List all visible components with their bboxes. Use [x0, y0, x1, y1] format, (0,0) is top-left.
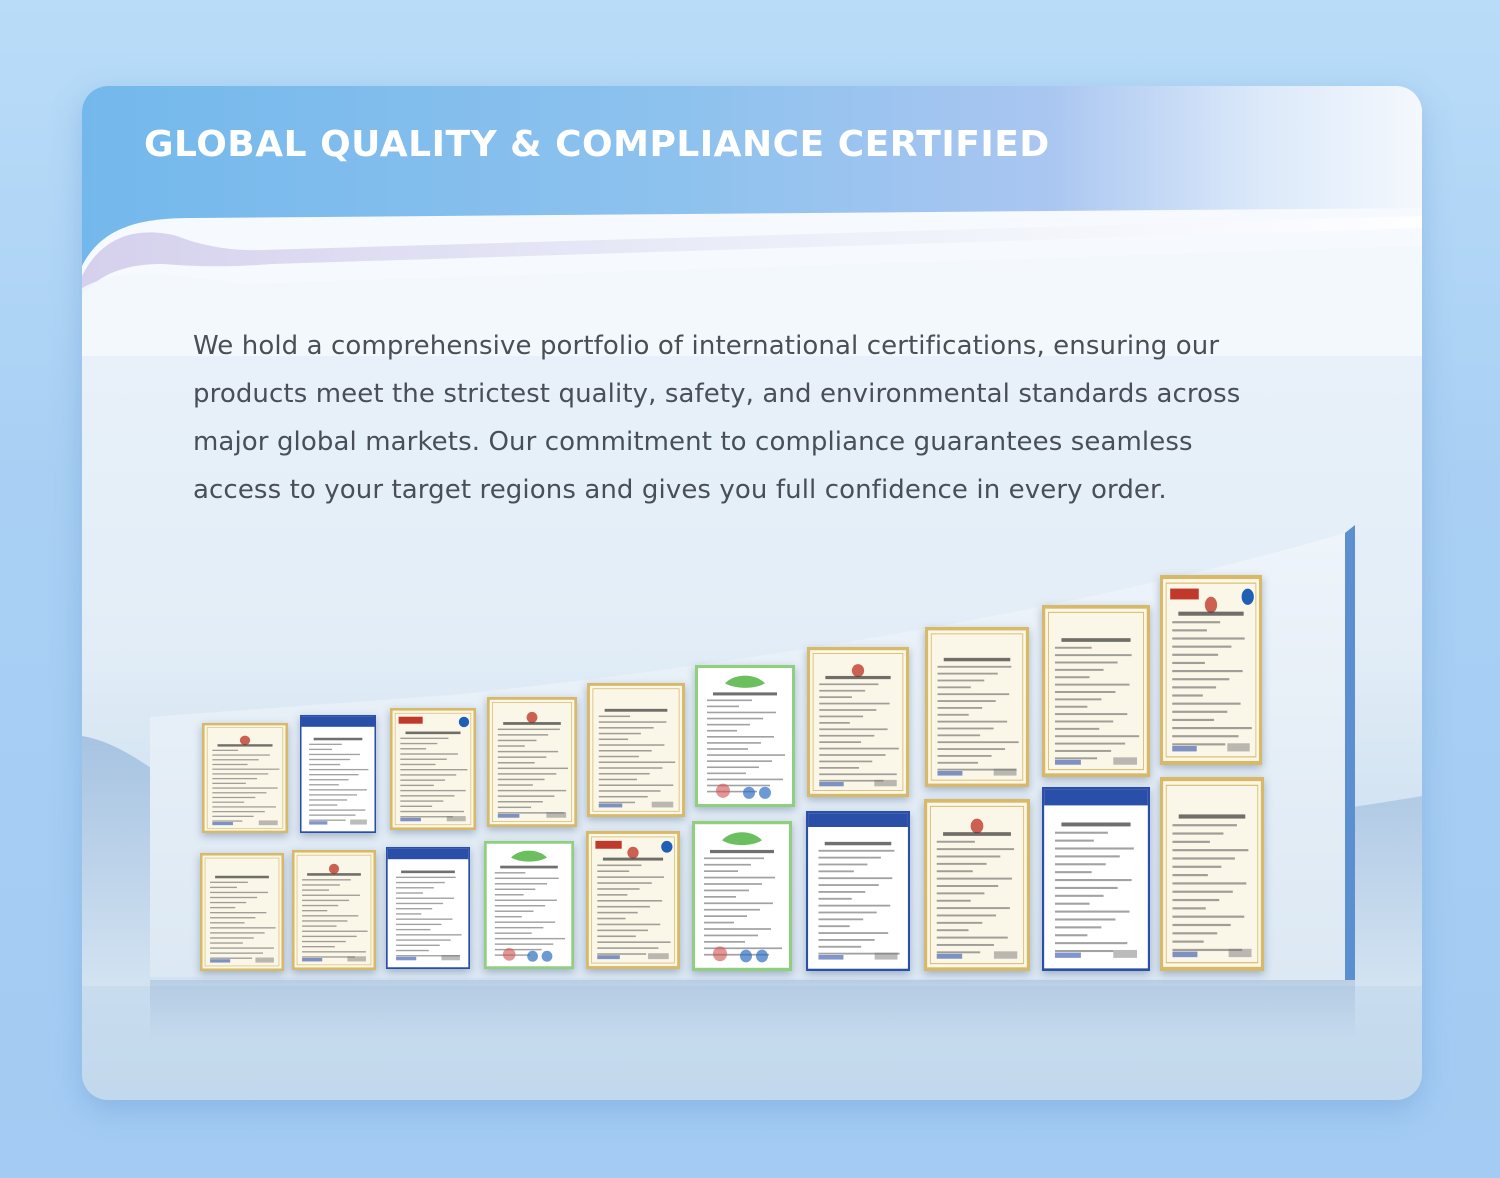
ce-declaration-icon	[807, 647, 909, 797]
certificate-wall	[150, 525, 1355, 980]
red-header-certificate-icon	[390, 708, 476, 830]
intro-line: access to your target regions and gives …	[193, 475, 1167, 505]
ce-certificate-icon	[202, 723, 288, 833]
environmental-certificate-icon	[695, 665, 795, 807]
intro-line: major global markets. Our commitment to …	[193, 427, 1193, 457]
wall-reflection	[150, 980, 1355, 1040]
test-report-certificate-icon	[1160, 777, 1264, 971]
certificate-of-conformity-icon	[925, 627, 1029, 787]
ce-certificate-blue-header-icon	[300, 715, 376, 833]
verification-certificate-icon	[292, 850, 376, 970]
management-system-certificate-icon	[586, 831, 680, 969]
attestation-certificate-icon	[924, 799, 1030, 971]
environmental-management-certificate-icon	[692, 821, 792, 971]
ec-type-examination-certificate-icon	[1042, 787, 1150, 971]
attestation-certificate-icon	[1042, 605, 1150, 777]
conformity-certificate-icon	[587, 683, 685, 817]
intro-line: We hold a comprehensive portfolio of int…	[193, 331, 1220, 361]
test-report-certificate-icon	[487, 697, 577, 827]
conformity-certificate-icon	[200, 853, 284, 971]
intro-line: products meet the strictest quality, saf…	[193, 379, 1241, 409]
blue-header-certificate-icon	[386, 847, 470, 969]
page-title: GLOBAL QUALITY & COMPLIANCE CERTIFIED	[144, 124, 1050, 165]
red-header-test-certificate-icon	[1160, 575, 1262, 765]
hec-certificate-icon	[806, 811, 910, 971]
quality-management-certificate-icon	[484, 841, 574, 969]
intro-paragraph: We hold a comprehensive portfolio of int…	[193, 322, 1303, 514]
